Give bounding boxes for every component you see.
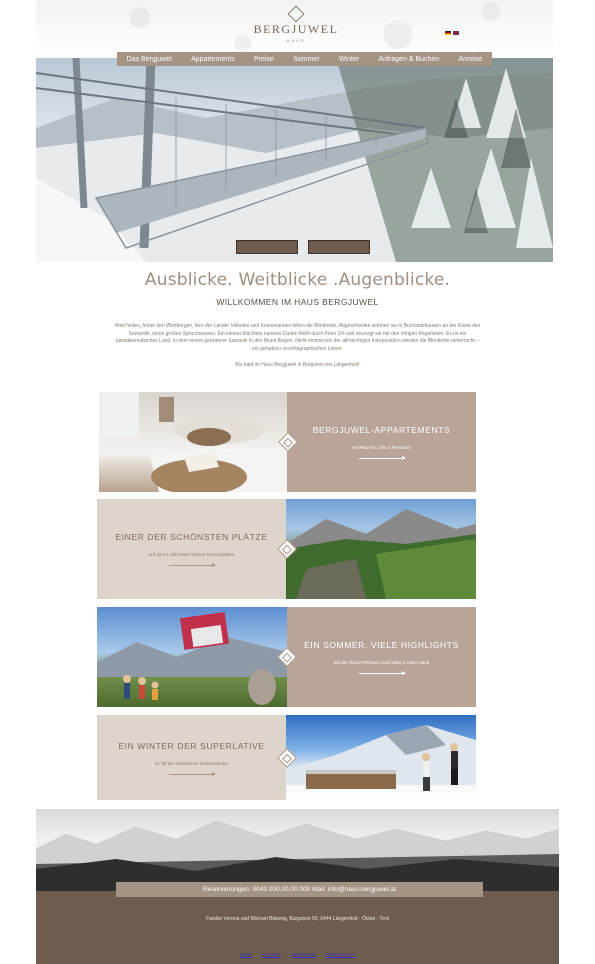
card-title: EINER DER SCHÖNSTEN PLÄTZE <box>115 532 268 542</box>
card-subtitle: im Tal der zahlreichen Dreitausender <box>154 760 229 766</box>
card-subtitle: auf dem 1.400 Meter hohem Sonnenplateu <box>148 552 235 557</box>
valley-image <box>286 499 476 599</box>
card-title: EIN SOMMER, VIELE HIGHLIGHTS <box>304 640 459 650</box>
footer: Familie Verena und Michael Blaisnig, Bur… <box>36 891 559 964</box>
card-subtitle: mit der Ötztal Premium Card alles in ein… <box>333 660 430 665</box>
card-title: EIN WINTER DER SUPERLATIVE <box>118 740 265 751</box>
winter-skiers-image <box>286 715 476 800</box>
card-text: EINER DER SCHÖNSTEN PLÄTZE auf dem 1.400… <box>97 499 286 599</box>
card-schoenste-plaetze[interactable]: EINER DER SCHÖNSTEN PLÄTZE auf dem 1.400… <box>97 499 476 599</box>
arrow-right-icon <box>168 771 216 776</box>
footer-address: Familie Verena und Michael Blaisnig, Bur… <box>206 916 389 922</box>
reservation-bar: Reservierungen: 0043 000.00.00.000 Mail:… <box>116 882 483 897</box>
hero-button-1[interactable] <box>236 240 298 254</box>
page-headline: Ausblicke. Weitblicke .Augenblicke. <box>144 270 451 290</box>
arrow-right-icon <box>358 671 406 675</box>
footer-links: HOME KONTAKT IMPRESSUM DATENSCHUTZ <box>36 943 559 961</box>
nav-item-anfragen[interactable]: Anfragen & Buchen <box>378 56 439 63</box>
bedroom-image <box>99 392 287 492</box>
nav-item-bergjuwel[interactable]: Das Bergjuwel <box>127 56 172 63</box>
card-winter[interactable]: EIN WINTER DER SUPERLATIVE im Tal der za… <box>97 715 476 800</box>
card-subtitle: mit Platz für 2 bis 4 Personen <box>352 445 411 450</box>
nav-item-winter[interactable]: Winter <box>339 56 359 63</box>
card-text: EIN SOMMER, VIELE HIGHLIGHTS mit der Ötz… <box>287 607 476 707</box>
footer-link-impressum[interactable]: IMPRESSUM <box>291 952 315 957</box>
summer-hikers-image <box>97 607 287 707</box>
arrow-right-icon <box>358 456 406 460</box>
hero-image <box>36 58 553 262</box>
suspension-bridge-illustration <box>36 58 553 262</box>
logo-name: BERGJUWEL <box>253 22 339 36</box>
card-text: BERGJUWEL-APPARTEMENTS mit Platz für 2 b… <box>287 392 476 492</box>
hero-buttons <box>236 240 370 254</box>
nav-item-appartements[interactable]: Appartements <box>191 56 235 63</box>
card-title: BERGJUWEL-APPARTEMENTS <box>312 425 451 435</box>
footer-link-home[interactable]: HOME <box>240 952 252 957</box>
hero-button-2[interactable] <box>308 240 370 254</box>
header: BERGJUWEL HAUS <box>36 0 553 58</box>
intro-sign-off: Bis bald im Haus Bergjuwel in Burgstein … <box>235 362 360 368</box>
de-flag-icon[interactable] <box>445 31 451 35</box>
footer-link-datenschutz[interactable]: DATENSCHUTZ <box>326 952 355 957</box>
logo[interactable]: BERGJUWEL HAUS <box>241 5 351 43</box>
welcome-heading: WILLKOMMEN IM HAUS BERGJUWEL <box>216 297 379 307</box>
arrow-right-icon <box>168 563 216 567</box>
en-flag-icon[interactable] <box>453 31 459 35</box>
logo-sub: HAUS <box>286 38 306 43</box>
main-nav: Das Bergjuwel Appartements Preise Sommer… <box>117 52 492 66</box>
intro-paragraph: Weit hinten, hinter den Wortbergen, fern… <box>114 323 481 352</box>
footer-link-kontakt[interactable]: KONTAKT <box>262 952 281 957</box>
nav-item-preise[interactable]: Preise <box>254 56 274 63</box>
mountain-panorama-image <box>36 809 559 891</box>
card-sommer[interactable]: EIN SOMMER, VIELE HIGHLIGHTS mit der Ötz… <box>97 607 476 707</box>
nav-item-sommer[interactable]: Sommer <box>293 56 319 63</box>
nav-item-anreise[interactable]: Anreise <box>459 56 483 63</box>
card-appartements[interactable]: BERGJUWEL-APPARTEMENTS mit Platz für 2 b… <box>99 392 476 492</box>
language-switcher <box>445 31 459 35</box>
card-text: EIN WINTER DER SUPERLATIVE im Tal der za… <box>97 715 286 800</box>
logo-diamond-icon <box>287 5 305 23</box>
